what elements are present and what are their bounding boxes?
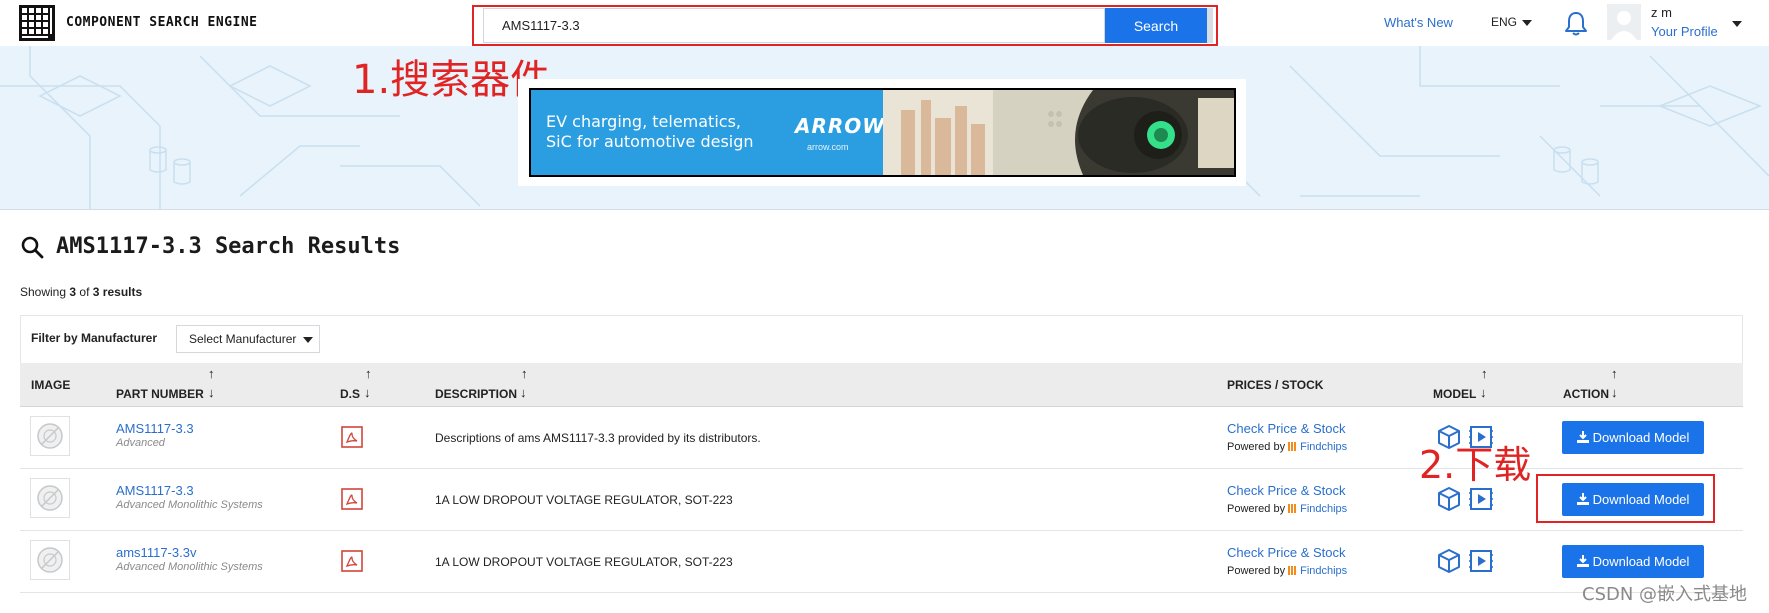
part-number-link[interactable]: ams1117-3.3v	[116, 545, 196, 560]
chevron-down-icon[interactable]	[1732, 21, 1742, 27]
findchips-icon	[1288, 442, 1298, 451]
showing-suffix: results	[102, 285, 143, 299]
part-image-placeholder-icon	[30, 540, 70, 580]
showing-total: 3	[92, 285, 100, 299]
annotation-step-download: 2.下载	[1419, 443, 1532, 487]
grid-logo-icon[interactable]	[19, 5, 55, 41]
pdf-datasheet-icon[interactable]	[341, 550, 363, 572]
manufacturer-name: Advanced Monolithic Systems	[116, 499, 263, 511]
chevron-down-icon[interactable]	[303, 337, 313, 343]
ad-brand-url: arrow.com	[807, 142, 849, 152]
part-description: 1A LOW DROPOUT VOLTAGE REGULATOR, SOT-22…	[435, 493, 733, 507]
part-number-link[interactable]: AMS1117-3.3	[116, 421, 194, 436]
ad-banner-text: EV charging, telematics, SiC for automot…	[546, 112, 776, 152]
powered-by: Powered by Findchips	[1227, 503, 1347, 515]
column-image: IMAGE	[31, 378, 71, 392]
pdf-datasheet-icon[interactable]	[341, 426, 363, 448]
sort-asc-icon[interactable]: ↑	[1611, 366, 1618, 381]
user-name: z m	[1651, 5, 1672, 20]
powered-by-label: Powered by	[1227, 565, 1286, 577]
search-scrollbar-edge	[1207, 8, 1213, 43]
download-icon	[1576, 555, 1589, 567]
check-price-link[interactable]: Check Price & Stock	[1227, 483, 1346, 498]
findchips-icon	[1288, 566, 1298, 575]
column-description[interactable]: DESCRIPTION	[435, 387, 517, 401]
profile-link[interactable]: Your Profile	[1651, 24, 1718, 39]
sort-asc-icon[interactable]: ↑	[208, 366, 215, 381]
ad-banner-line-1: EV charging, telematics,	[546, 112, 741, 131]
bell-icon[interactable]	[1564, 11, 1588, 37]
3d-model-icon[interactable]	[1436, 548, 1462, 574]
powered-by-label: Powered by	[1227, 503, 1286, 515]
avatar-icon[interactable]	[1607, 4, 1641, 40]
column-datasheet[interactable]: D.S	[340, 387, 360, 401]
download-model-button[interactable]: Download Model	[1562, 545, 1704, 578]
check-price-link[interactable]: Check Price & Stock	[1227, 545, 1346, 560]
search-input[interactable]	[483, 8, 1105, 43]
ad-banner-panel: EV charging, telematics, SiC for automot…	[531, 90, 886, 175]
footprint-preview-icon[interactable]	[1468, 548, 1494, 574]
column-prices-stock: PRICES / STOCK	[1227, 378, 1324, 392]
manufacturer-name: Advanced	[116, 437, 165, 449]
pdf-datasheet-icon[interactable]	[341, 488, 363, 510]
sort-asc-icon[interactable]: ↑	[521, 366, 528, 381]
manufacturer-select-value[interactable]: Select Manufacturer	[189, 332, 296, 346]
watermark: CSDN @嵌入式基地	[1582, 584, 1748, 605]
part-image-placeholder-icon	[30, 478, 70, 518]
ev-charger-image	[883, 90, 1234, 175]
ad-banner[interactable]: EV charging, telematics, SiC for automot…	[529, 88, 1236, 177]
footprint-preview-icon[interactable]	[1468, 486, 1494, 512]
sort-desc-icon[interactable]: ↓	[1611, 385, 1618, 400]
download-model-label: Download Model	[1592, 554, 1690, 569]
findchips-link[interactable]: Findchips	[1300, 503, 1347, 515]
manufacturer-name: Advanced Monolithic Systems	[116, 561, 263, 573]
sort-asc-icon[interactable]: ↑	[1481, 366, 1488, 381]
results-title: AMS1117-3.3 Search Results	[56, 234, 401, 259]
sort-desc-icon[interactable]: ↓	[364, 385, 371, 400]
3d-model-icon[interactable]	[1436, 486, 1462, 512]
part-description: 1A LOW DROPOUT VOLTAGE REGULATOR, SOT-22…	[435, 555, 733, 569]
whats-new-link[interactable]: What's New	[1384, 15, 1453, 30]
download-icon	[1576, 431, 1589, 443]
brand-name[interactable]: COMPONENT SEARCH ENGINE	[66, 15, 258, 30]
check-price-link[interactable]: Check Price & Stock	[1227, 421, 1346, 436]
sort-asc-icon[interactable]: ↑	[365, 366, 372, 381]
sort-desc-icon[interactable]: ↓	[520, 385, 527, 400]
chevron-down-icon[interactable]	[1522, 20, 1532, 26]
hero-divider	[0, 209, 1769, 210]
part-description: Descriptions of ams AMS1117-3.3 provided…	[435, 431, 761, 445]
sort-desc-icon[interactable]: ↓	[1480, 385, 1487, 400]
showing-of: of	[79, 285, 90, 299]
showing-count: 3	[69, 285, 77, 299]
column-action[interactable]: ACTION	[1563, 387, 1609, 401]
download-model-label: Download Model	[1592, 430, 1690, 445]
top-header: COMPONENT SEARCH ENGINE Search What's Ne…	[0, 0, 1769, 46]
column-model[interactable]: MODEL	[1433, 387, 1476, 401]
results-count: Showing 3 of 3 results	[20, 285, 142, 299]
ad-banner-line-2: SiC for automotive design	[546, 132, 754, 151]
findchips-link[interactable]: Findchips	[1300, 441, 1347, 453]
powered-by-label: Powered by	[1227, 441, 1286, 453]
download-model-button[interactable]: Download Model	[1562, 421, 1704, 454]
search-icon	[21, 236, 44, 259]
search-button[interactable]: Search	[1105, 8, 1207, 43]
column-part-number[interactable]: PART NUMBER	[116, 387, 204, 401]
download-annotation-box	[1536, 474, 1715, 523]
powered-by: Powered by Findchips	[1227, 565, 1347, 577]
powered-by: Powered by Findchips	[1227, 441, 1347, 453]
language-selector[interactable]: ENG	[1491, 15, 1517, 29]
part-number-link[interactable]: AMS1117-3.3	[116, 483, 194, 498]
findchips-link[interactable]: Findchips	[1300, 565, 1347, 577]
filter-label: Filter by Manufacturer	[31, 331, 158, 345]
sort-desc-icon[interactable]: ↓	[208, 385, 215, 400]
findchips-icon	[1288, 504, 1298, 513]
part-image-placeholder-icon	[30, 416, 70, 456]
ad-brand-logo: ARROW	[795, 114, 886, 138]
showing-prefix: Showing	[20, 285, 67, 299]
